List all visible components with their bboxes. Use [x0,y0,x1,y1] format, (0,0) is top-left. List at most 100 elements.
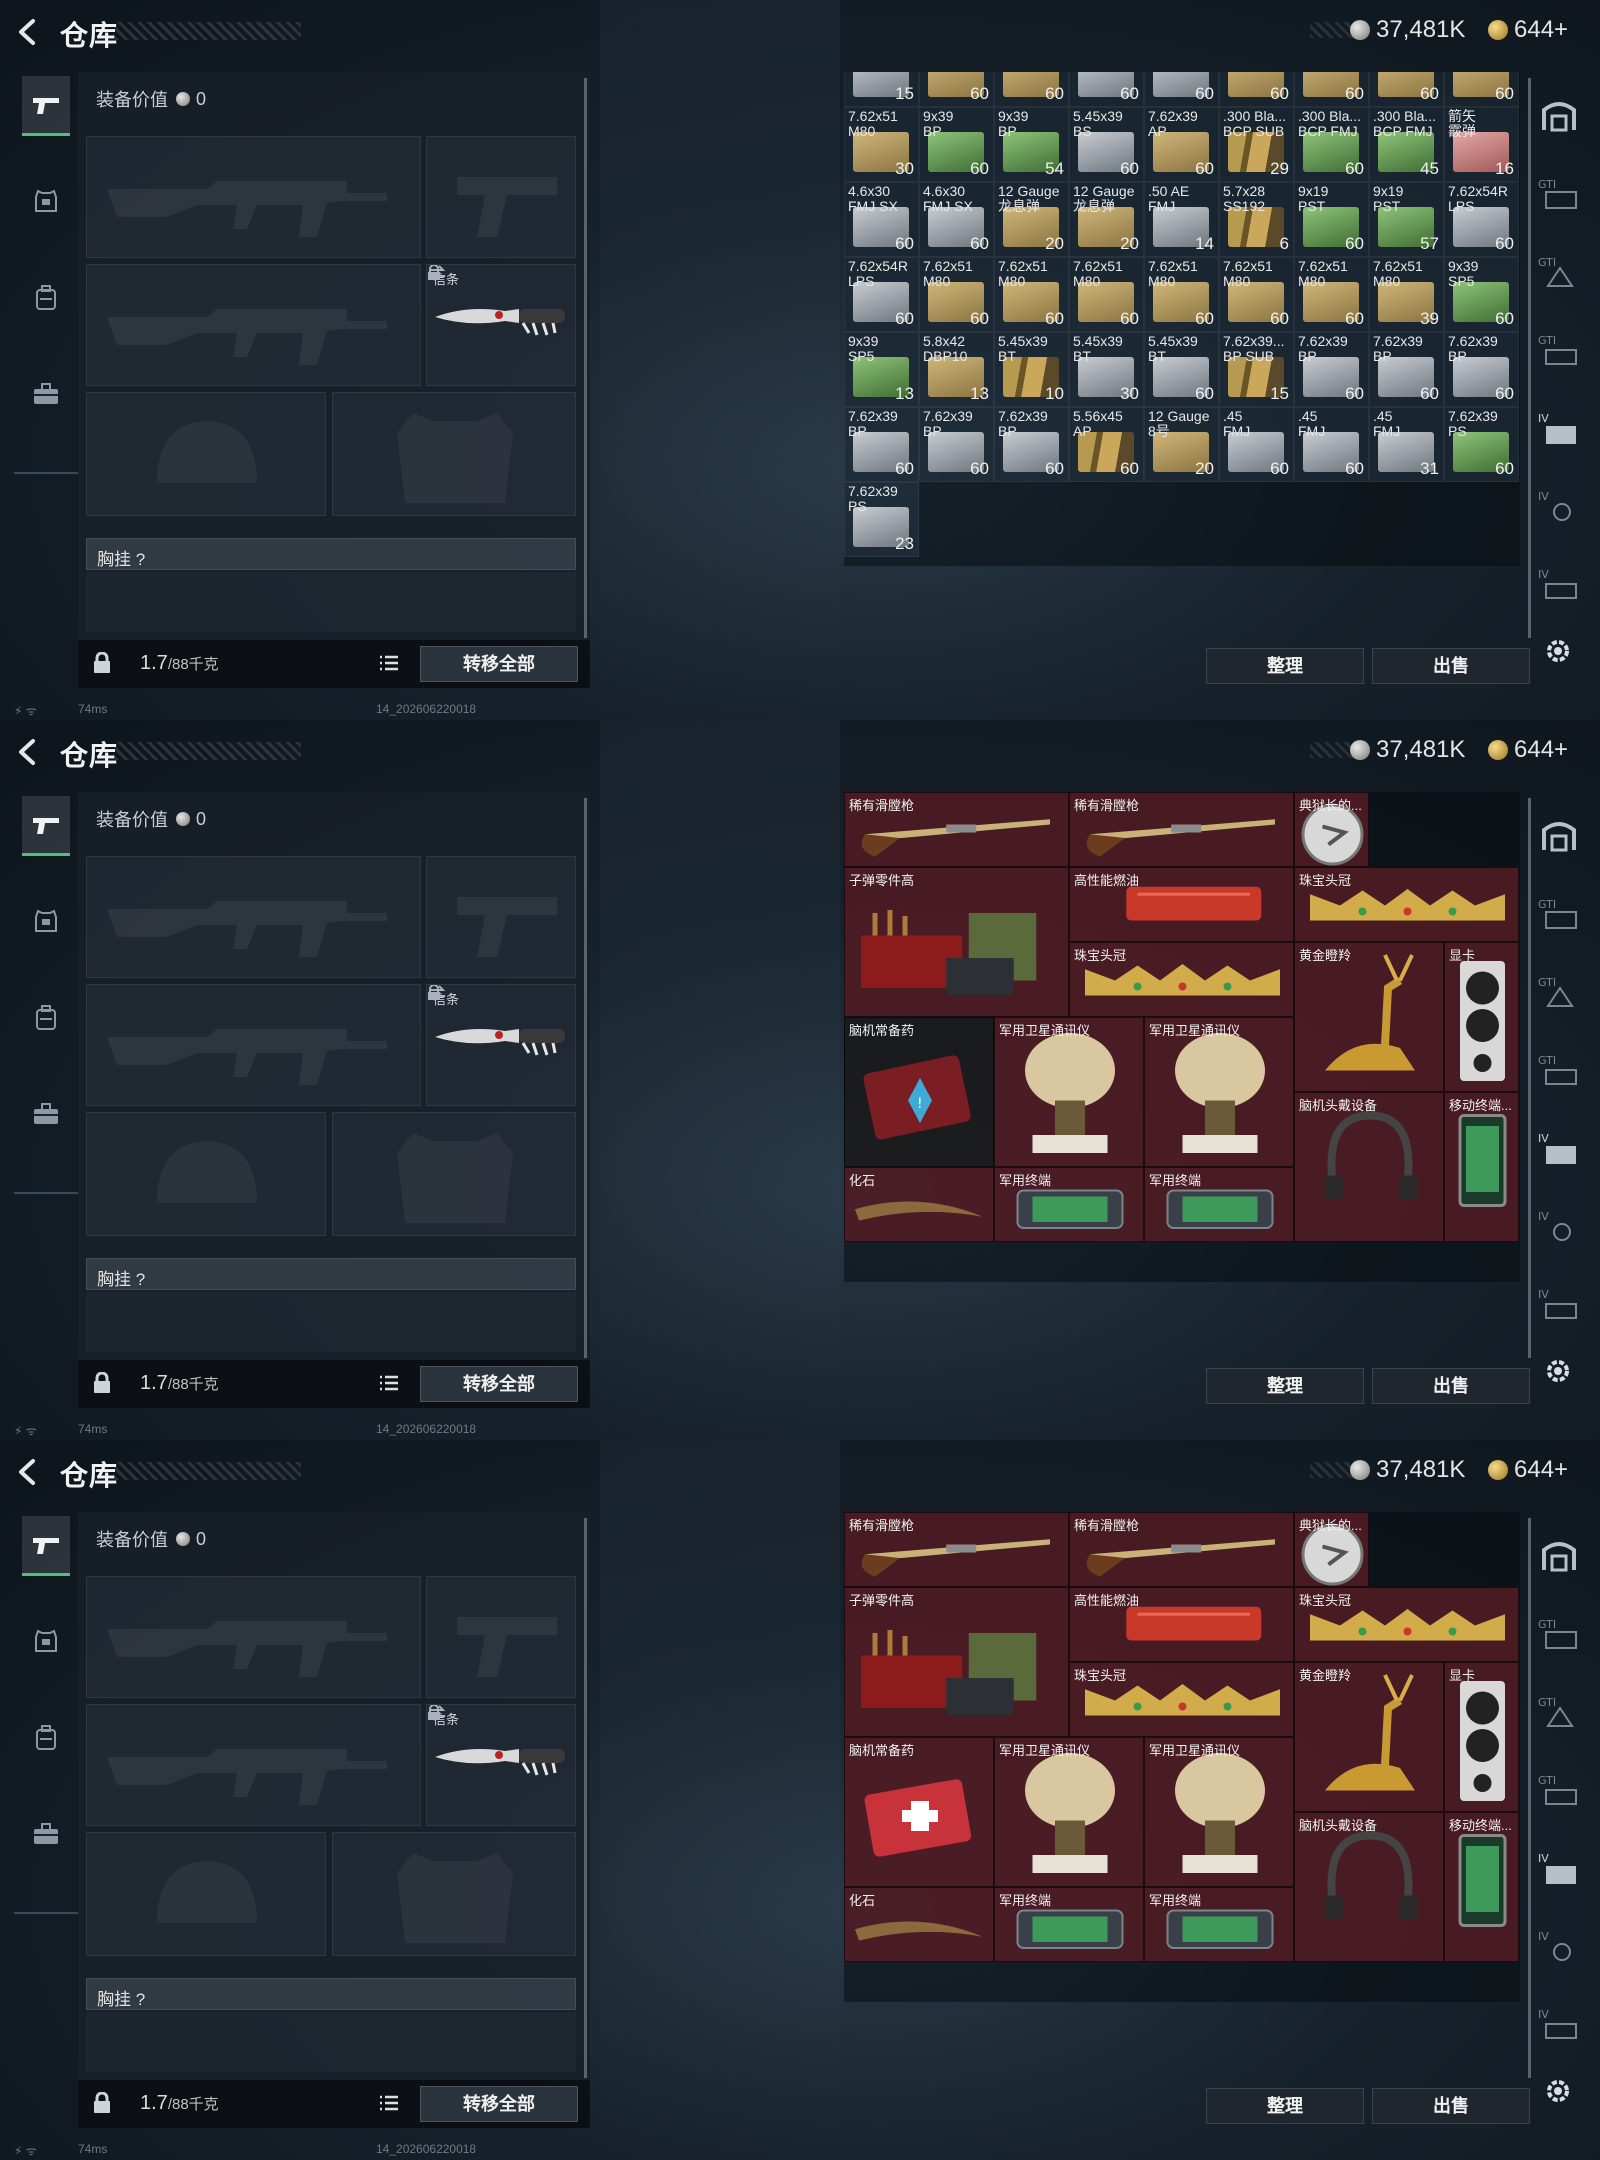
valuable-item[interactable]: 化石 [844,1167,994,1242]
ammo-slot[interactable]: 60 [1219,72,1294,107]
ammo-slot[interactable]: 5.45x39 BT 60 [1144,332,1219,407]
valuable-item[interactable]: 军用卫星通讯仪 [1144,1737,1294,1887]
vault-icon[interactable] [1536,1536,1582,1576]
valuable-item[interactable]: 脑机常备药 [844,1737,994,1887]
tab-backpack[interactable] [22,268,70,328]
gear-icon[interactable] [1543,2076,1573,2106]
valuable-item[interactable]: 高性能燃油 [1069,867,1294,942]
ammo-slot[interactable]: 7.62x39 BP 60 [1444,332,1519,407]
tab-case[interactable] [22,364,70,424]
valuable-item[interactable]: ! 脑机常备药 [844,1017,994,1167]
ammo-slot[interactable]: 7.62x39 BP 60 [919,407,994,482]
storage-tier-icon-6[interactable]: IV [1536,564,1582,604]
valuable-item[interactable]: 稀有滑膛枪 [1069,1512,1294,1587]
ammo-slot[interactable]: 12 Gauge 龙息弹 20 [1069,182,1144,257]
ammo-slot[interactable]: 60 [1144,72,1219,107]
equipment-scrollbar[interactable] [584,1518,587,2078]
storage-tier-icon-3[interactable]: GTI [1536,330,1582,370]
list-icon[interactable] [378,1372,400,1394]
armor-slot[interactable] [332,392,576,516]
gold-currency[interactable]: 644+ [1488,736,1568,764]
ammo-slot[interactable]: .300 Bla... BCP SUB 29 [1219,107,1294,182]
ammo-slot[interactable]: .45 FMJ 31 [1369,407,1444,482]
armor-slot[interactable] [332,1832,576,1956]
ammo-slot[interactable]: 7.62x39 BP 60 [1294,332,1369,407]
ammo-slot[interactable]: 7.62x39 PS 60 [1444,407,1519,482]
storage-tier-icon-5[interactable]: IV [1536,486,1582,526]
chest-rig-slot[interactable] [86,572,576,632]
lock-icon-large[interactable] [92,652,112,674]
knife-slot[interactable]: 信条 [426,1704,576,1826]
transfer-all-button[interactable]: 转移全部 [420,2086,578,2122]
ammo-slot[interactable]: 12 Gauge 龙息弹 20 [994,182,1069,257]
valuable-item[interactable]: 稀有滑膛枪 [1069,792,1294,867]
ammo-slot[interactable]: 7.62x54R LPS 60 [844,257,919,332]
knife-slot[interactable]: 信条 [426,984,576,1106]
gear-icon[interactable] [1543,636,1573,666]
ammo-slot[interactable]: 7.62x39 BP 60 [994,407,1069,482]
valuable-item[interactable]: 移动终端... [1444,1812,1519,1962]
ammo-slot[interactable]: 9x39 BP 60 [919,107,994,182]
valuable-item[interactable]: 移动终端... [1444,1092,1519,1242]
equipment-scrollbar[interactable] [584,78,587,638]
helmet-slot[interactable] [86,1832,326,1956]
storage-tier-icon-3[interactable]: GTI [1536,1770,1582,1810]
primary-weapon-slot[interactable] [86,856,421,978]
lock-icon-large[interactable] [92,1372,112,1394]
valuable-item[interactable]: 子弹零件高 [844,1587,1069,1737]
sell-button[interactable]: 出售 [1372,648,1530,684]
ammo-slot[interactable]: 7.62x51 M80 39 [1369,257,1444,332]
vault-icon[interactable] [1536,816,1582,856]
gear-icon[interactable] [1543,1356,1573,1386]
primary-weapon-slot[interactable] [86,136,421,258]
silver-currency[interactable]: 37,481K [1350,16,1465,44]
tab-armor[interactable] [22,892,70,952]
valuable-item[interactable]: 子弹零件高 [844,867,1069,1017]
ammo-slot[interactable]: 60 [1444,72,1519,107]
storage-tier-icon-6[interactable]: IV [1536,1284,1582,1324]
tab-case[interactable] [22,1804,70,1864]
valuable-item[interactable]: 军用卫星通讯仪 [1144,1017,1294,1167]
ammo-slot[interactable]: 7.62x51 M80 60 [1219,257,1294,332]
list-icon[interactable] [378,2092,400,2114]
valuable-item[interactable]: 军用卫星通讯仪 [994,1017,1144,1167]
ammo-slot[interactable]: 12 Gauge 8号 20 [1144,407,1219,482]
ammo-slot[interactable]: 4.6x30 FMJ SX 60 [919,182,994,257]
valuable-item[interactable]: 显卡 [1444,942,1519,1092]
valuable-item[interactable]: 军用终端 [1144,1887,1294,1962]
storage-tier-icon-1[interactable]: GTI [1536,894,1582,934]
ammo-slot[interactable]: 5.45x39 BT 10 [994,332,1069,407]
ammo-slot[interactable]: 60 [919,72,994,107]
ammo-slot[interactable]: 60 [1069,72,1144,107]
silver-currency[interactable]: 37,481K [1350,1456,1465,1484]
secondary-weapon-slot[interactable] [86,984,421,1106]
ammo-slot[interactable]: 7.62x51 M80 60 [994,257,1069,332]
chest-rig-header[interactable]: 胸挂 ? [86,538,576,570]
chest-rig-header[interactable]: 胸挂 ? [86,1978,576,2010]
ammo-slot[interactable]: 7.62x39 BP 60 [844,407,919,482]
pistol-slot[interactable] [426,856,576,978]
secondary-weapon-slot[interactable] [86,264,421,386]
ammo-slot[interactable]: 7.62x54R LPS 60 [1444,182,1519,257]
valuable-item[interactable]: 珠宝头冠 [1294,867,1519,942]
valuable-item[interactable]: 军用终端 [994,1167,1144,1242]
storage-tier-icon-4[interactable]: IV [1536,1128,1582,1168]
valuable-item[interactable]: 黄金瞪羚 [1294,942,1444,1092]
ammo-slot[interactable]: 9x39 SP5 60 [1444,257,1519,332]
ammo-slot[interactable]: 5.45x39 BS 60 [1069,107,1144,182]
storage-tier-icon-4[interactable]: IV [1536,408,1582,448]
chest-rig-slot[interactable] [86,1292,576,1352]
ammo-slot[interactable]: 7.62x51 M80 60 [919,257,994,332]
valuable-item[interactable]: 珠宝头冠 [1069,1662,1294,1737]
ammo-slot[interactable]: 5.8x42 DBP10 13 [919,332,994,407]
ammo-slot[interactable]: 15 [844,72,919,107]
tab-armor[interactable] [22,172,70,232]
ammo-slot[interactable]: 7.62x39... BP SUB 15 [1219,332,1294,407]
helmet-slot[interactable] [86,392,326,516]
chest-rig-header[interactable]: 胸挂 ? [86,1258,576,1290]
ammo-slot[interactable]: 5.56x45 AP 60 [1069,407,1144,482]
valuable-item[interactable]: 脑机头戴设备 [1294,1092,1444,1242]
ammo-slot[interactable]: .45 FMJ 60 [1294,407,1369,482]
chest-rig-slot[interactable] [86,2012,576,2072]
valuable-item[interactable]: 珠宝头冠 [1294,1587,1519,1662]
